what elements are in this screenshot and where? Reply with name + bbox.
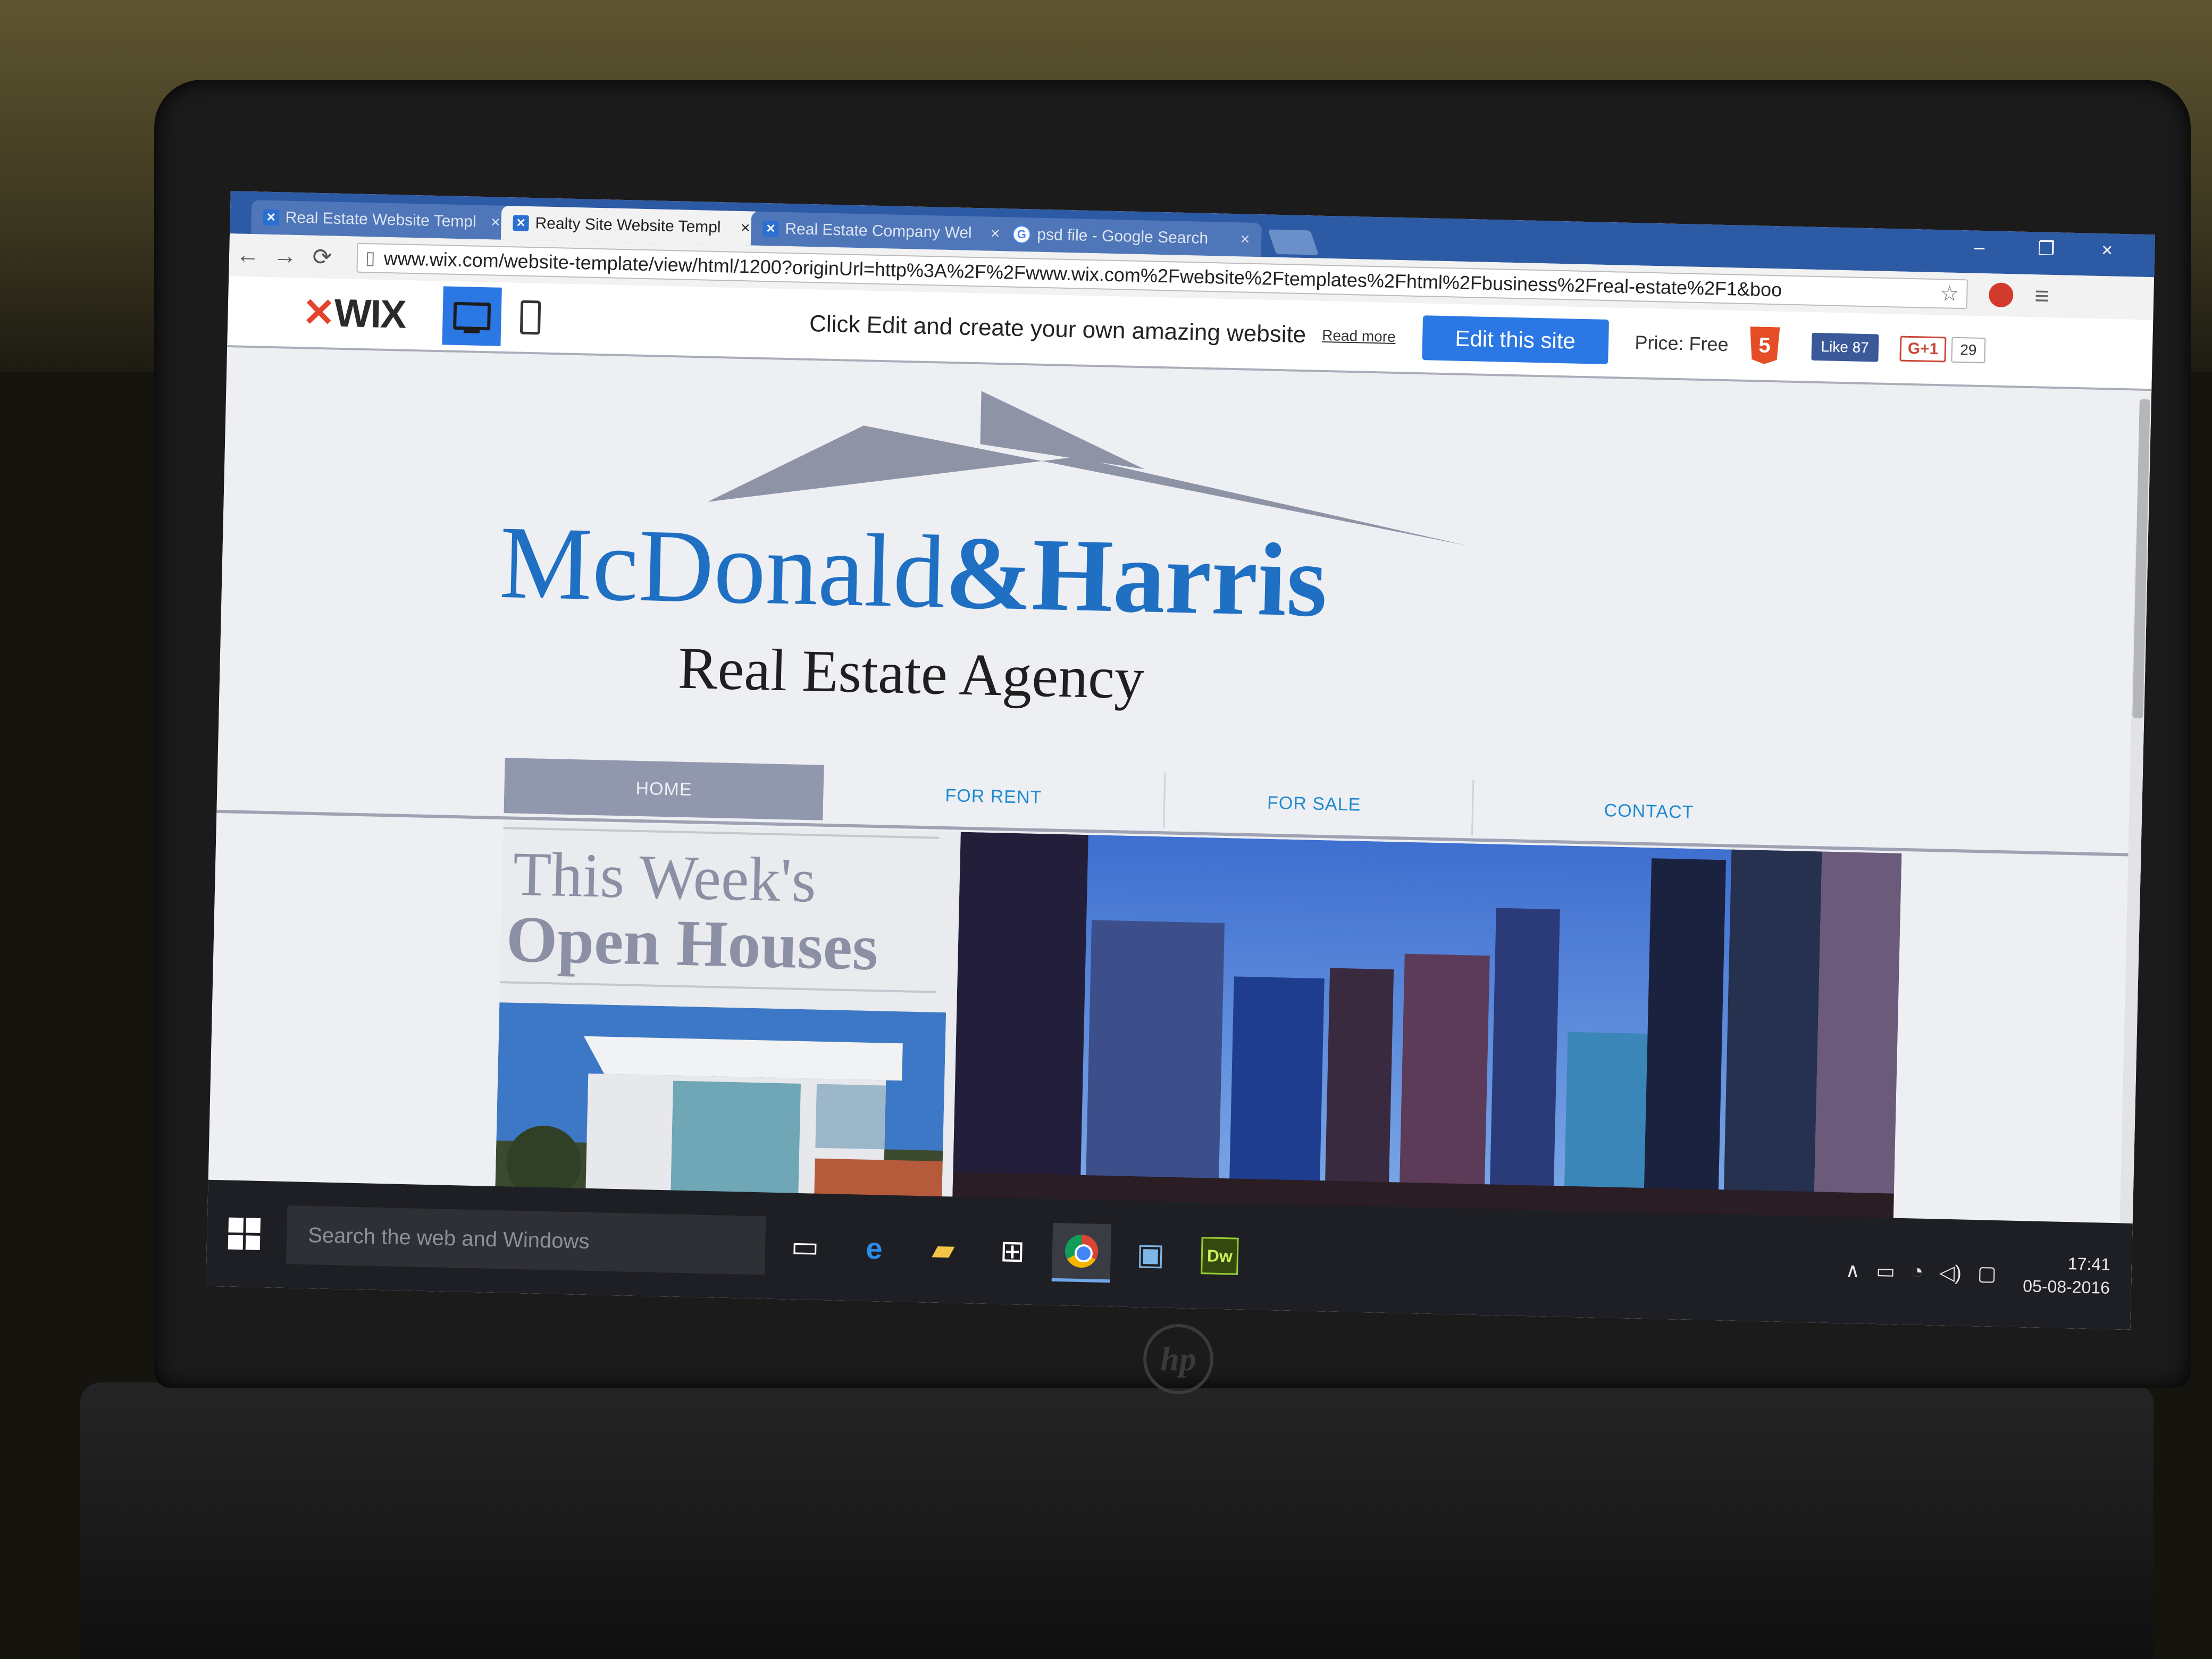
google-plus-button[interactable]: G+1 (1899, 336, 1947, 363)
tab-close-icon[interactable]: × (491, 213, 500, 231)
desktop-monitor-icon (453, 301, 491, 331)
system-tray: ∧ ▭ ◔ ◁) ▢ 17:41 05-08-2016 (1828, 1217, 2112, 1329)
chrome-menu-icon[interactable]: ≡ (2034, 281, 2050, 311)
nav-contact[interactable]: CONTACT (1471, 780, 1825, 843)
task-view-icon[interactable]: ▭ (775, 1217, 835, 1276)
laptop-screen: ✕ Real Estate Website Templ × ✕ Realty S… (206, 191, 2155, 1330)
tab-psd-file-google-search[interactable]: G psd file - Google Search × (1000, 217, 1262, 257)
forward-button[interactable]: → (266, 242, 304, 270)
wix-logo: ✕WIX (301, 290, 406, 337)
new-tab-button[interactable] (1268, 229, 1319, 255)
taskbar-clock[interactable]: 17:41 05-08-2016 (2023, 1251, 2111, 1300)
tab-close-icon[interactable]: × (741, 219, 750, 237)
mobile-phone-icon (520, 300, 541, 335)
wix-favicon-icon: ✕ (763, 220, 779, 237)
nav-home[interactable]: HOME (504, 758, 824, 820)
chrome-taskbar-button[interactable] (1051, 1222, 1112, 1283)
open-houses-panel: This Week's Open Houses (495, 822, 961, 1226)
divider (503, 827, 940, 839)
clock-date: 05-08-2016 (2022, 1276, 2110, 1297)
reload-button[interactable]: ⟳ (303, 243, 341, 271)
tab-real-estate-company[interactable]: ✕ Real Estate Company Wel × (750, 211, 1012, 252)
edit-this-site-button[interactable]: Edit this site (1421, 315, 1609, 365)
read-more-link[interactable]: Read more (1322, 327, 1396, 346)
hp-logo: hp (1143, 1324, 1213, 1394)
google-favicon-icon: G (1012, 225, 1031, 244)
taskbar-search-box[interactable]: Search the web and Windows (286, 1205, 766, 1275)
back-button[interactable]: ← (229, 241, 267, 269)
open-houses-title-line2: Open Houses (505, 902, 879, 984)
nav-for-rent[interactable]: FOR RENT (844, 766, 1143, 828)
tab-title: Real Estate Company Wel (785, 220, 973, 242)
tab-close-icon[interactable]: × (990, 225, 1000, 243)
windows-start-icon[interactable] (228, 1217, 261, 1250)
tab-realty-site-website-template[interactable]: ✕ Realty Site Website Templ × (500, 205, 763, 246)
clock-time: 17:41 (2067, 1254, 2111, 1274)
desktop-view-button[interactable] (442, 286, 502, 346)
price-label: Price: Free (1635, 331, 1729, 356)
minimize-button[interactable]: – (1974, 236, 1985, 258)
notifications-icon[interactable]: ▢ (1977, 1261, 1997, 1286)
promo-text: Click Edit and create your own amazing w… (809, 310, 1306, 348)
wix-favicon-icon: ✕ (263, 209, 280, 226)
city-skyline-photo[interactable] (952, 832, 1902, 1226)
edge-icon[interactable]: e (844, 1218, 904, 1278)
tab-title: Realty Site Website Templ (535, 214, 721, 237)
photos-icon[interactable]: ▣ (1121, 1225, 1180, 1284)
tab-title: Real Estate Website Templ (285, 208, 477, 231)
google-plus-count: 29 (1951, 337, 1986, 364)
nav-for-sale[interactable]: FOR SALE (1163, 773, 1464, 835)
tab-close-icon[interactable]: × (1240, 230, 1250, 248)
laptop-base (80, 1382, 2154, 1659)
facebook-like-button[interactable]: Like 87 (1811, 332, 1879, 362)
restore-button[interactable]: ❐ (2038, 237, 2055, 260)
chrome-icon (1065, 1234, 1099, 1268)
mobile-view-button[interactable] (500, 288, 560, 347)
extension-icon[interactable] (1988, 282, 2014, 308)
tab-title: psd file - Google Search (1036, 225, 1209, 247)
page-icon: ▯ (365, 247, 376, 269)
store-icon[interactable]: ⊞ (983, 1221, 1042, 1281)
close-window-button[interactable]: × (2101, 239, 2113, 261)
website-preview: McDonald&Harris Real Estate Agency HOME … (208, 347, 2152, 1330)
wifi-icon[interactable]: ◔ (1911, 1260, 1924, 1284)
file-explorer-icon[interactable]: ▰ (914, 1220, 973, 1279)
wix-favicon-icon: ✕ (513, 215, 529, 231)
dreamweaver-icon: Dw (1201, 1237, 1239, 1275)
bookmark-star-icon[interactable]: ☆ (1940, 281, 1959, 306)
dreamweaver-taskbar-button[interactable]: Dw (1190, 1226, 1250, 1286)
battery-icon[interactable]: ▭ (1876, 1259, 1896, 1283)
html5-icon: 5 (1749, 326, 1780, 364)
tab-real-estate-website-template[interactable]: ✕ Real Estate Website Templ × (251, 200, 513, 240)
volume-icon[interactable]: ◁) (1939, 1260, 1962, 1285)
chevron-up-icon[interactable]: ∧ (1845, 1258, 1861, 1283)
